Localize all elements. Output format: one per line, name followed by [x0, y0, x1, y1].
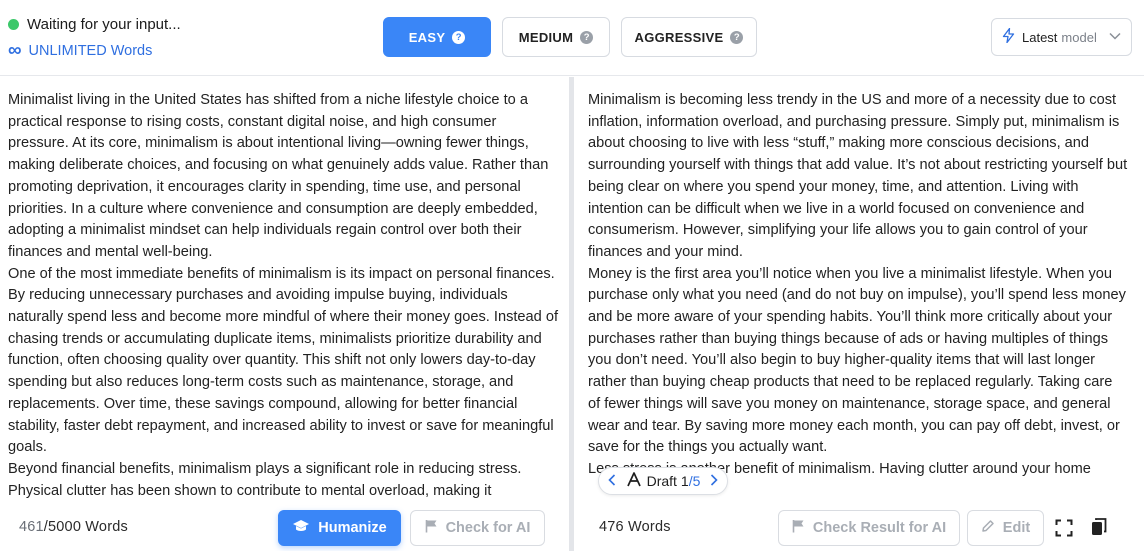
draft-total: /5 [688, 473, 701, 489]
model-label: Latest [1022, 29, 1058, 45]
mode-easy-label: EASY [408, 29, 446, 45]
help-icon[interactable]: ? [452, 30, 466, 44]
copy-icon[interactable] [1088, 516, 1110, 538]
check-result-label: Check Result for AI [812, 520, 947, 536]
status-text: Waiting for your input... [27, 16, 181, 33]
check-for-ai-label: Check for AI [445, 520, 531, 536]
chevron-right-icon[interactable] [710, 473, 718, 489]
chevron-left-icon[interactable] [608, 473, 616, 489]
help-icon[interactable]: ? [580, 30, 594, 44]
check-for-ai-button[interactable]: Check for AI [410, 510, 545, 546]
infinity-icon: ∞ [8, 40, 22, 61]
draft-icon [626, 472, 642, 490]
status-dot [8, 19, 19, 30]
chevron-down-icon [1109, 31, 1121, 43]
output-word-count: 476 Words [599, 519, 671, 535]
input-paragraph: One of the most immediate benefits of mi… [8, 265, 559, 456]
input-word-counter: 461/5000 Words [19, 519, 128, 535]
pencil-icon [981, 519, 995, 537]
check-result-for-ai-button[interactable]: Check Result for AI [778, 510, 960, 546]
output-paragraph: Minimalism is becoming less trendy in th… [588, 92, 1128, 260]
draft-navigator: Draft 1/5 [598, 467, 728, 495]
graduation-cap-icon [292, 519, 310, 537]
humanize-button[interactable]: Humanize [278, 510, 401, 546]
input-panel: Minimalist living in the United States h… [0, 77, 569, 551]
flag-icon [792, 519, 805, 537]
output-panel: Minimalism is becoming less trendy in th… [574, 77, 1144, 551]
draft-text: Draft [646, 473, 677, 489]
draft-label: Draft 1/5 [626, 472, 701, 490]
edit-label: Edit [1002, 520, 1031, 536]
help-icon[interactable]: ? [730, 30, 744, 44]
output-text: Minimalism is becoming less trendy in th… [588, 90, 1128, 500]
top-bar: Waiting for your input... ∞ UNLIMITED Wo… [0, 0, 1144, 76]
humanize-label: Humanize [318, 520, 387, 536]
fullscreen-icon[interactable] [1053, 517, 1075, 539]
model-dropdown[interactable]: Latest model [991, 18, 1132, 56]
unlimited-words-badge: ∞ UNLIMITED Words [8, 41, 152, 60]
model-suffix: model [1061, 29, 1097, 45]
mode-medium-button[interactable]: MEDIUM ? [502, 17, 610, 57]
input-paragraph: Beyond financial benefits, minimalism pl… [8, 460, 522, 499]
mode-selector: EASY ? MEDIUM ? AGGRESSIVE ? [383, 17, 757, 57]
bolt-icon [1002, 27, 1015, 46]
mode-aggressive-button[interactable]: AGGRESSIVE ? [621, 17, 757, 57]
input-word-limit: /5000 Words [43, 519, 128, 535]
unlimited-text: UNLIMITED Words [28, 42, 153, 59]
draft-current: 1 [680, 473, 689, 489]
mode-easy-button[interactable]: EASY ? [383, 17, 491, 57]
edit-button[interactable]: Edit [967, 510, 1044, 546]
status-indicator: Waiting for your input... [8, 16, 181, 33]
flag-icon [425, 519, 438, 537]
input-word-count: 461 [19, 519, 44, 535]
mode-aggressive-label: AGGRESSIVE [634, 29, 724, 45]
output-paragraph: Money is the first area you’ll notice wh… [588, 265, 1126, 456]
mode-medium-label: MEDIUM [518, 29, 574, 45]
input-textarea[interactable]: Minimalist living in the United States h… [8, 90, 560, 500]
input-paragraph: Minimalist living in the United States h… [8, 92, 549, 260]
